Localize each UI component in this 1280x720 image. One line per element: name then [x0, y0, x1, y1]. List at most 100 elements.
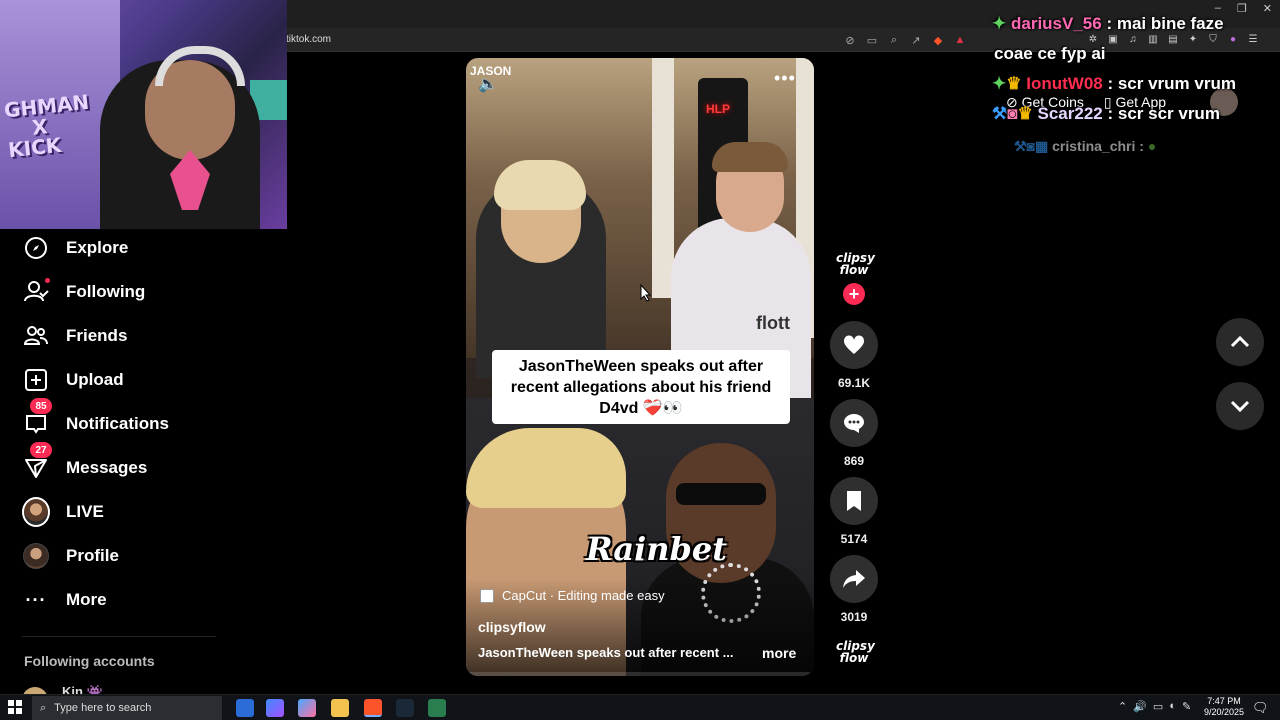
zoom-icon[interactable]: ⌕	[886, 32, 902, 48]
chat-text: : scr vrum vrum	[1107, 74, 1236, 93]
system-tray: ⌃ 🔊 ▭ ◐ ✎	[1118, 700, 1191, 713]
restore-icon[interactable]: ❐	[1237, 2, 1247, 15]
file-explorer-icon[interactable]	[331, 699, 349, 717]
sidebar-item-label: More	[66, 590, 107, 609]
profile-icon[interactable]: ●	[1226, 32, 1240, 46]
speaker-icon[interactable]: ◐	[1169, 700, 1176, 713]
description-more-button[interactable]: more	[762, 645, 796, 661]
webcam-overlay: GHMAN X KICK	[0, 0, 287, 229]
sidebar-item-upload[interactable]: Upload	[22, 365, 124, 395]
chat-badge-icon: ✦	[992, 14, 1007, 33]
video-caption: JasonTheWeen speaks out after recent all…	[492, 350, 790, 424]
sidebar-item-label: Profile	[66, 546, 119, 565]
comment-count: 869	[843, 454, 865, 468]
vpn-icon[interactable]: ⛉	[1206, 32, 1220, 46]
chevron-down-icon	[1230, 400, 1250, 412]
chat-message: ⚒◙▦ cristina_chri : ●	[1014, 138, 1156, 155]
chevron-up-icon[interactable]: ⌃	[1118, 700, 1127, 713]
taskbar-clock[interactable]: 7:47 PM 9/20/2025	[1200, 696, 1248, 718]
next-video-button[interactable]	[1216, 382, 1264, 430]
sidebar-item-following[interactable]: Following	[22, 277, 145, 307]
capcut-effect-link[interactable]: CapCut · Editing made easy	[480, 588, 665, 603]
chat-message: ✦ dariusV_56 : mai bine faze	[992, 14, 1224, 34]
like-button[interactable]	[830, 321, 878, 369]
leo-icon[interactable]: ✦	[1186, 32, 1200, 46]
video-description: JasonTheWeen speaks out after recent ...	[478, 645, 734, 660]
messages-badge: 27	[30, 442, 52, 458]
video-more-options-icon[interactable]: •••	[774, 68, 796, 89]
following-accounts-heading: Following accounts	[24, 653, 155, 669]
close-icon[interactable]: ✕	[1263, 2, 1272, 15]
sidebar-toggle-icon[interactable]: ▥	[1146, 32, 1160, 46]
brave-rewards-icon[interactable]: ▲	[952, 32, 968, 48]
pen-icon[interactable]: ✎	[1182, 700, 1191, 713]
music-icon[interactable]: ♫	[1126, 32, 1140, 46]
excel-icon[interactable]	[428, 699, 446, 717]
capcut-label: CapCut · Editing made easy	[502, 588, 665, 603]
taskbar-search[interactable]: ⌕ Type here to search	[32, 696, 222, 720]
share-count: 3019	[840, 610, 868, 624]
wallet-icon[interactable]: ▤	[1166, 32, 1180, 46]
network-icon[interactable]: ▭	[1153, 700, 1163, 713]
url-text[interactable]: tiktok.com	[286, 34, 331, 45]
video-progress-bar[interactable]	[466, 672, 814, 676]
sidebar-item-friends[interactable]: Friends	[22, 321, 127, 351]
sidebar-item-label: Upload	[66, 370, 124, 389]
volume-icon[interactable]: 🔊	[1133, 700, 1147, 713]
sidebar-item-explore[interactable]: Explore	[22, 233, 128, 263]
sidebar-item-label: Friends	[66, 326, 128, 345]
chat-message: ✦♛ IonutW08 : scr vrum vrum	[992, 74, 1236, 94]
sidebar-item-live[interactable]: LIVE	[22, 497, 104, 527]
sidebar-item-label: Following	[66, 282, 146, 301]
sidebar-item-messages[interactable]: 27 Messages	[22, 442, 148, 483]
headphones	[155, 46, 245, 86]
video-person-right-hair	[712, 142, 788, 172]
brave-browser-icon[interactable]	[364, 699, 382, 717]
upload-icon	[22, 366, 50, 394]
steam-icon[interactable]	[396, 699, 414, 717]
share-arrow-icon	[843, 570, 865, 588]
sidebar-item-label: Messages	[66, 458, 148, 477]
follow-button[interactable]: +	[843, 283, 865, 305]
video-player[interactable]: HLP flott JASON 🔈 ••• JasonTheWeen speak…	[466, 58, 814, 676]
robot-icon: ◙	[1007, 104, 1018, 123]
brave-shield-icon[interactable]: ◆	[930, 32, 946, 48]
sidebar-item-notifications[interactable]: 85 Notifications	[22, 398, 169, 439]
sound-icon[interactable]: 🔈	[478, 74, 498, 94]
browser-toolbar: ✲ ▣ ♫ ▥ ▤ ✦ ⛉ ● ☰	[1086, 32, 1260, 46]
webcam-sign: GHMAN X KICK	[2, 89, 91, 163]
cast-icon[interactable]: ▭	[864, 32, 880, 48]
copilot-icon[interactable]	[266, 699, 284, 717]
comment-button[interactable]	[830, 399, 878, 447]
media-icon[interactable]: ▣	[1106, 32, 1120, 46]
chat-username: cristina_chri	[1052, 138, 1136, 154]
pickaxe-icon: ⚒	[992, 104, 1008, 123]
share-icon[interactable]: ↗	[908, 32, 924, 48]
action-center-icon[interactable]: 🗨	[1252, 700, 1269, 716]
sidebar-item-profile[interactable]: Profile	[22, 541, 119, 571]
copilot-app-icon[interactable]	[298, 699, 316, 717]
sidebar-item-more[interactable]: ··· More	[22, 585, 107, 615]
share-button[interactable]	[830, 555, 878, 603]
video-author[interactable]: clipsyflow	[478, 619, 546, 635]
save-button[interactable]	[830, 477, 878, 525]
bookmark-icon	[847, 491, 861, 511]
mute-site-icon[interactable]: ⊘	[842, 32, 858, 48]
following-icon	[22, 278, 50, 306]
previous-video-button[interactable]	[1216, 318, 1264, 366]
capcut-icon	[480, 588, 494, 603]
save-count: 5174	[840, 532, 868, 546]
rainbet-logo: Rainbet	[586, 530, 727, 568]
windows-taskbar: ⌕ Type here to search ⌃ 🔊 ▭ ◐ ✎ 7:47 PM …	[0, 694, 1280, 720]
menu-icon[interactable]: ☰	[1246, 32, 1260, 46]
search-icon: ⌕	[40, 701, 47, 714]
windows-start-icon[interactable]	[8, 700, 24, 716]
sidebar-item-label: Notifications	[66, 414, 169, 433]
notifications-icon: 85	[22, 398, 52, 438]
notifications-badge: 85	[30, 398, 52, 414]
task-view-icon[interactable]	[236, 699, 254, 717]
music-disc[interactable]: clipsy flow	[836, 640, 875, 674]
chat-username: IonutW08	[1026, 74, 1103, 93]
chat-badges-icon: ⚒◙▦	[1014, 138, 1049, 154]
emote-icon: ●	[1147, 138, 1157, 154]
